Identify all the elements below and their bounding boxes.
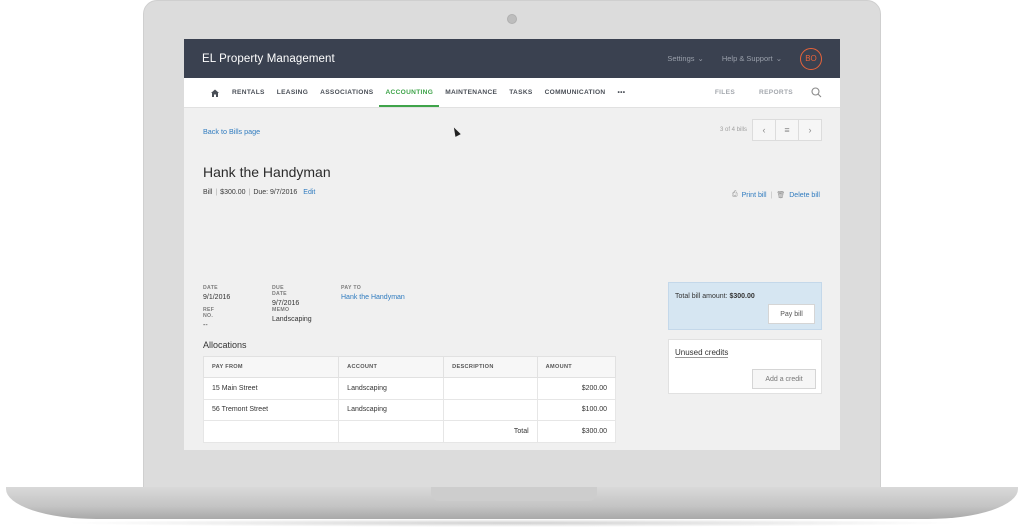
divider: |	[770, 191, 773, 199]
settings-menu[interactable]: Settings ⌄	[667, 54, 703, 63]
nav-leasing[interactable]: LEASING	[271, 78, 314, 107]
empty-cell	[338, 420, 445, 443]
column-header: DESCRIPTION	[443, 356, 538, 378]
nav-tasks[interactable]: TASKS	[503, 78, 538, 107]
due-date-label: DUE DATE	[272, 285, 287, 297]
column-header: ACCOUNT	[338, 356, 445, 378]
printer-icon: ⎙	[732, 191, 738, 198]
amount-cell: $200.00	[536, 377, 617, 400]
next-bill-button[interactable]: ›	[798, 119, 822, 141]
empty-cell	[202, 420, 340, 443]
memo-value: Landscaping	[272, 316, 312, 323]
allocations-title: Allocations	[203, 340, 247, 350]
date-label: DATE	[203, 285, 218, 291]
pay-to-link[interactable]: Hank the Handyman	[341, 294, 405, 301]
nav-home[interactable]	[204, 78, 226, 107]
divider: |	[215, 189, 218, 196]
bill-amount: $300.00	[220, 189, 246, 196]
nav-rentals[interactable]: RENTALS	[226, 78, 271, 107]
chevron-left-icon: ‹	[762, 125, 766, 135]
total-bill-value: $300.00	[729, 293, 755, 300]
edit-link[interactable]: Edit	[303, 189, 315, 196]
camera-icon	[507, 14, 517, 24]
page-title: Hank the Handyman	[203, 164, 331, 180]
description-cell	[443, 398, 538, 421]
bill-list-button[interactable]: ≡	[775, 119, 799, 141]
print-bill-link[interactable]: Print bill	[742, 192, 767, 199]
ref-no-value: --	[203, 322, 208, 329]
account-cell: Landscaping	[338, 377, 445, 400]
app-title: EL Property Management	[202, 52, 335, 65]
table-row: 15 Main Street Landscaping $200.00	[202, 377, 617, 400]
table-row: 56 Tremont Street Landscaping $100.00	[202, 398, 617, 421]
laptop-notch	[431, 487, 597, 501]
delete-bill-link[interactable]: Delete bill	[789, 192, 820, 199]
nav-accounting[interactable]: ACCOUNTING	[379, 78, 439, 107]
field-ref-no: REF NO. --	[203, 307, 214, 329]
table-header-row: PAY FROM ACCOUNT DESCRIPTION AMOUNT	[202, 356, 617, 378]
nav-reports[interactable]: REPORTS	[747, 78, 805, 107]
pay-bill-button[interactable]: Pay bill	[768, 304, 815, 324]
amount-cell: $100.00	[536, 398, 617, 421]
total-bill-amount: Total bill amount: $300.00	[675, 293, 755, 300]
search-icon	[811, 87, 822, 98]
trash-icon: 🗑	[776, 192, 786, 199]
description-cell	[443, 377, 538, 400]
pay-to-label: PAY TO	[341, 285, 362, 291]
field-pay-to: PAY TO Hank the Handyman	[341, 285, 405, 301]
allocations-table: PAY FROM ACCOUNT DESCRIPTION AMOUNT 15 M…	[202, 356, 617, 443]
bill-due: Due: 9/7/2016	[253, 189, 298, 196]
nav-communication[interactable]: COMMUNICATION	[539, 78, 612, 107]
prev-bill-button[interactable]: ‹	[752, 119, 776, 141]
account-cell: Landscaping	[338, 398, 445, 421]
list-icon: ≡	[784, 125, 790, 135]
field-date: DATE 9/1/2016	[203, 285, 230, 301]
divider: |	[248, 189, 251, 196]
ref-no-label: REF NO.	[203, 307, 215, 319]
help-label: Help & Support	[721, 54, 773, 63]
field-due-date: DUE DATE 9/7/2016	[272, 285, 299, 307]
bill-actions: ⎙ Print bill | 🗑 Delete bill	[732, 191, 820, 199]
pager-count: 3 of 4 bills	[719, 127, 747, 133]
chevron-down-icon: ⌄	[697, 54, 704, 63]
date-value: 9/1/2016	[203, 294, 231, 301]
laptop-base	[6, 487, 1018, 519]
total-label: Total	[443, 420, 538, 443]
bill-pager: 3 of 4 bills ‹ ≡ ›	[720, 119, 822, 141]
unused-credits-title[interactable]: Unused credits	[675, 348, 729, 358]
memo-label: MEMO	[272, 307, 290, 313]
settings-label: Settings	[667, 54, 695, 63]
back-to-bills-link[interactable]: Back to Bills page	[203, 127, 260, 136]
add-credit-button[interactable]: Add a credit	[752, 369, 816, 389]
help-menu[interactable]: Help & Support ⌄	[722, 54, 782, 63]
bill-type: Bill	[203, 189, 213, 196]
column-header: PAY FROM	[202, 356, 340, 378]
total-bill-card: Total bill amount: $300.00 Pay bill	[668, 282, 822, 330]
more-icon[interactable]: •••	[612, 78, 632, 107]
top-bar: EL Property Management Settings ⌄ Help &…	[184, 39, 840, 78]
pay-from-cell: 56 Tremont Street	[202, 398, 340, 421]
column-header: AMOUNT	[536, 356, 617, 378]
nav-files[interactable]: FILES	[703, 78, 747, 107]
avatar[interactable]: BO	[800, 47, 822, 70]
home-icon	[211, 89, 219, 97]
laptop-shadow	[60, 519, 964, 527]
total-value: $300.00	[536, 420, 617, 443]
bill-summary-line: Bill | $300.00 | Due: 9/7/2016 Edit	[203, 189, 315, 196]
field-memo: MEMO Landscaping	[272, 307, 312, 323]
chevron-right-icon: ›	[808, 125, 812, 135]
nav-maintenance[interactable]: MAINTENANCE	[439, 78, 503, 107]
total-bill-label: Total bill amount:	[675, 293, 728, 300]
main-nav: RENTALS LEASING ASSOCIATIONS ACCOUNTING …	[184, 78, 840, 108]
search-button[interactable]	[805, 78, 828, 107]
pay-from-cell: 15 Main Street	[202, 377, 340, 400]
table-total-row: Total $300.00	[202, 420, 617, 443]
chevron-down-icon: ⌄	[775, 54, 782, 63]
app-screen: EL Property Management Settings ⌄ Help &…	[184, 39, 840, 450]
due-date-value: 9/7/2016	[272, 300, 300, 307]
nav-associations[interactable]: ASSOCIATIONS	[314, 78, 379, 107]
unused-credits-card: Unused credits Add a credit	[668, 339, 822, 394]
